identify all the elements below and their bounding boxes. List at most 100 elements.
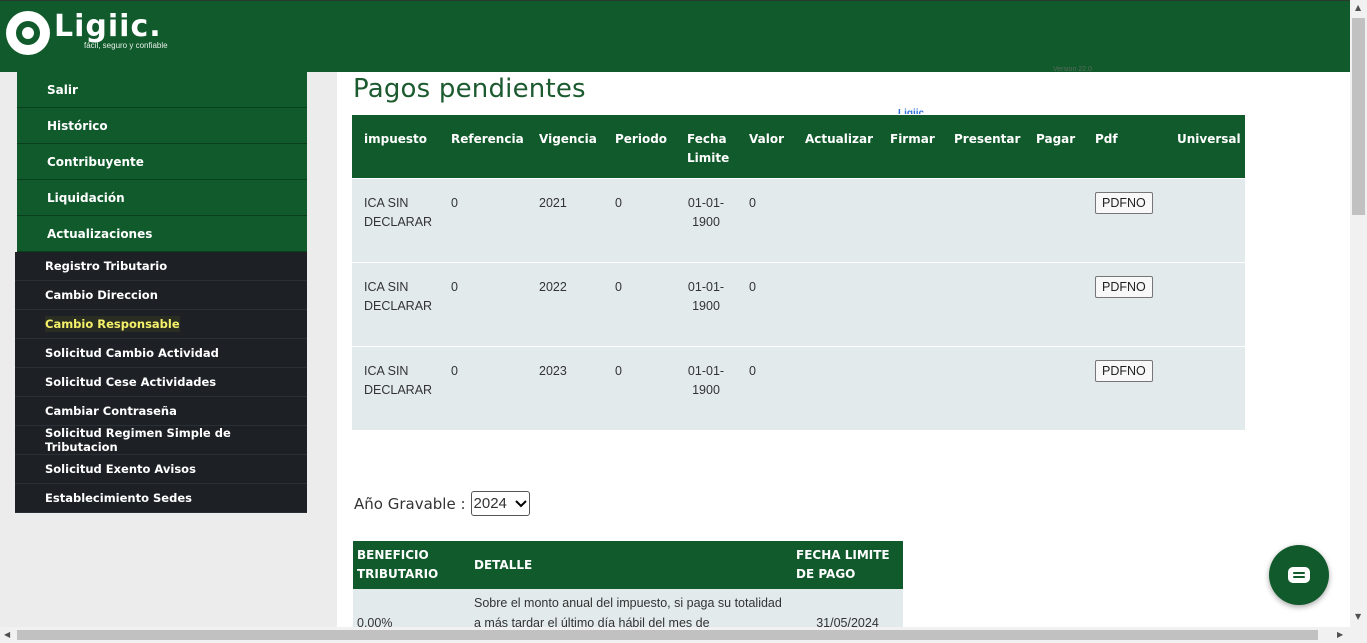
submenu-item-registro-tributario[interactable]: Registro Tributario bbox=[15, 252, 307, 281]
pdf-button[interactable]: PDFNO bbox=[1095, 359, 1153, 382]
cell-referencia: 0 bbox=[439, 177, 527, 262]
menu-item-label: Liquidación bbox=[47, 190, 125, 205]
submenu-item-label: Establecimiento Sedes bbox=[45, 491, 192, 505]
column-header: Vigencia bbox=[527, 115, 603, 178]
column-header: Presentar bbox=[942, 115, 1024, 178]
actualizaciones-submenu: Registro Tributario Cambio Direccion Cam… bbox=[15, 252, 307, 513]
table-row: ICA SIN DECLARAR 0 2023 0 01-01-1900 0 P… bbox=[352, 345, 1245, 430]
vertical-scrollbar[interactable]: ▲ ▼ bbox=[1350, 0, 1367, 628]
tax-benefits-table: BENEFICIO TRIBUTARIO DETALLE FECHA LIMIT… bbox=[353, 541, 903, 637]
horizontal-scroll-thumb[interactable] bbox=[17, 630, 1318, 640]
cell-presentar bbox=[942, 177, 1024, 262]
cell-actualizar bbox=[793, 177, 878, 262]
pdf-button[interactable]: PDFNO bbox=[1095, 275, 1153, 298]
top-link[interactable]: Ligiic bbox=[898, 108, 924, 114]
column-header: Pagar bbox=[1024, 115, 1083, 178]
submenu-item-cambiar-contrasena[interactable]: Cambiar Contraseña bbox=[15, 397, 307, 426]
submenu-item-establecimiento-sedes[interactable]: Establecimiento Sedes bbox=[15, 484, 307, 513]
submenu-item-label: Cambio Responsable bbox=[45, 316, 180, 332]
submenu-item-exento-avisos[interactable]: Solicitud Exento Avisos bbox=[15, 455, 307, 484]
cell-actualizar bbox=[793, 345, 878, 430]
cell-referencia: 0 bbox=[439, 345, 527, 430]
cell-pdf: PDFNO bbox=[1083, 261, 1165, 346]
submenu-item-cambio-actividad[interactable]: Solicitud Cambio Actividad bbox=[15, 339, 307, 368]
cell-valor: 0 bbox=[737, 345, 793, 430]
scroll-left-icon[interactable]: ◀ bbox=[4, 630, 10, 639]
submenu-item-cese-actividades[interactable]: Solicitud Cese Actividades bbox=[15, 368, 307, 397]
submenu-item-label: Cambiar Contraseña bbox=[45, 404, 177, 418]
submenu-item-label: Registro Tributario bbox=[45, 259, 168, 273]
top-header: Ligiic. fácil, seguro y confiable bbox=[0, 0, 1367, 72]
tax-year-row: Año Gravable : 2024 bbox=[354, 491, 530, 516]
cell-actualizar bbox=[793, 261, 878, 346]
menu-item-contribuyente[interactable]: Contribuyente bbox=[17, 144, 307, 180]
vertical-scroll-thumb[interactable] bbox=[1352, 18, 1365, 215]
cell-periodo: 0 bbox=[603, 261, 675, 346]
tax-year-value: 2024 bbox=[473, 495, 507, 512]
menu-item-historico[interactable]: Histórico bbox=[17, 108, 307, 144]
pending-payments-table: impuesto Referencia Vigencia Periodo Fec… bbox=[352, 115, 1245, 430]
table-header-row: BENEFICIO TRIBUTARIO DETALLE FECHA LIMIT… bbox=[353, 541, 903, 589]
column-header: Fecha Limite bbox=[675, 115, 737, 178]
submenu-item-cambio-responsable[interactable]: Cambio Responsable bbox=[15, 310, 307, 339]
cell-pagar bbox=[1024, 345, 1083, 430]
column-header: DETALLE bbox=[470, 541, 792, 589]
version-label: Version 22.0 bbox=[1053, 66, 1092, 72]
submenu-item-label: Cambio Direccion bbox=[45, 288, 158, 302]
cell-pdf: PDFNO bbox=[1083, 345, 1165, 430]
table-row: ICA SIN DECLARAR 0 2022 0 01-01-1900 0 P… bbox=[352, 261, 1245, 346]
cell-firmar bbox=[878, 345, 942, 430]
chat-button[interactable] bbox=[1269, 545, 1329, 605]
cell-impuesto: ICA SIN DECLARAR bbox=[352, 177, 439, 262]
cell-periodo: 0 bbox=[603, 345, 675, 430]
column-header: BENEFICIO TRIBUTARIO bbox=[353, 541, 470, 589]
menu-item-actualizaciones[interactable]: Actualizaciones bbox=[17, 216, 307, 252]
submenu-item-label: Solicitud Cambio Actividad bbox=[45, 346, 219, 360]
cell-firmar bbox=[878, 177, 942, 262]
chevron-down-icon bbox=[514, 499, 527, 507]
column-header: Periodo bbox=[603, 115, 675, 178]
scroll-up-icon[interactable]: ▲ bbox=[1355, 3, 1361, 12]
logo-mark-icon bbox=[6, 11, 50, 55]
cell-universal bbox=[1165, 177, 1245, 262]
cell-firmar bbox=[878, 261, 942, 346]
cell-pagar bbox=[1024, 261, 1083, 346]
horizontal-scrollbar[interactable]: ◀ ▶ bbox=[0, 627, 1367, 643]
cell-vigencia: 2022 bbox=[527, 261, 603, 346]
cell-universal bbox=[1165, 345, 1245, 430]
cell-pagar bbox=[1024, 177, 1083, 262]
menu-item-label: Salir bbox=[47, 82, 78, 97]
menu-item-liquidacion[interactable]: Liquidación bbox=[17, 180, 307, 216]
submenu-item-regimen-simple[interactable]: Solicitud Regimen Simple de Tributacion bbox=[15, 426, 307, 455]
scroll-right-icon[interactable]: ▶ bbox=[1337, 630, 1343, 639]
cell-pdf: PDFNO bbox=[1083, 177, 1165, 262]
submenu-item-cambio-direccion[interactable]: Cambio Direccion bbox=[15, 281, 307, 310]
tax-year-select[interactable]: 2024 bbox=[470, 491, 530, 516]
menu-item-label: Actualizaciones bbox=[47, 226, 153, 241]
logo[interactable]: Ligiic. fácil, seguro y confiable bbox=[6, 11, 168, 55]
menu-item-label: Histórico bbox=[47, 118, 108, 133]
column-header: Actualizar bbox=[793, 115, 878, 178]
brand-name: Ligiic. bbox=[54, 9, 162, 44]
pdf-button[interactable]: PDFNO bbox=[1095, 191, 1153, 214]
table-header-row: impuesto Referencia Vigencia Periodo Fec… bbox=[352, 115, 1245, 178]
column-header: Firmar bbox=[878, 115, 942, 178]
cell-valor: 0 bbox=[737, 177, 793, 262]
column-header: Valor bbox=[737, 115, 793, 178]
column-header: Universal bbox=[1165, 115, 1245, 178]
cell-vigencia: 2023 bbox=[527, 345, 603, 430]
menu-item-salir[interactable]: Salir bbox=[17, 72, 307, 108]
cell-impuesto: ICA SIN DECLARAR bbox=[352, 345, 439, 430]
cell-fecha-limite: 01-01-1900 bbox=[675, 345, 737, 430]
column-header: Pdf bbox=[1083, 115, 1165, 178]
column-header: impuesto bbox=[352, 115, 439, 178]
cell-valor: 0 bbox=[737, 261, 793, 346]
submenu-item-label: Solicitud Exento Avisos bbox=[45, 462, 196, 476]
scroll-down-icon[interactable]: ▼ bbox=[1355, 612, 1361, 621]
cell-referencia: 0 bbox=[439, 261, 527, 346]
chat-bubble-icon bbox=[1288, 567, 1310, 583]
tax-year-label: Año Gravable : bbox=[354, 494, 466, 513]
cell-fecha-limite: 01-01-1900 bbox=[675, 261, 737, 346]
main-menu: Salir Histórico Contribuyente Liquidació… bbox=[17, 72, 307, 252]
menu-item-label: Contribuyente bbox=[47, 154, 144, 169]
